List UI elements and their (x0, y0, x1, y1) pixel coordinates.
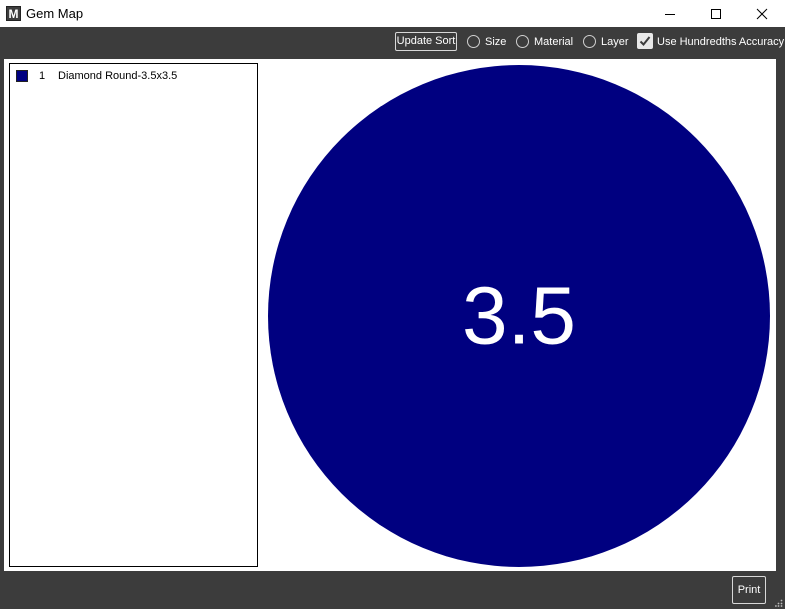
gem-map-canvas: 3.5 (268, 65, 770, 567)
color-swatch (16, 70, 28, 82)
gem-legend-list: 1 Diamond Round-3.5x3.5 (9, 63, 258, 567)
print-button[interactable]: Print (732, 576, 766, 604)
bottom-bar: Print (0, 571, 785, 609)
close-button[interactable] (739, 0, 785, 27)
gem-size-label: 3.5 (462, 271, 576, 362)
sort-material-radio[interactable] (516, 35, 529, 48)
window-title: Gem Map (26, 6, 84, 21)
main-content: 1 Diamond Round-3.5x3.5 3.5 (4, 59, 776, 571)
list-item[interactable]: 1 Diamond Round-3.5x3.5 (16, 69, 177, 83)
toolbar: Update Sort Size Material Layer Use Hund… (0, 27, 785, 58)
sort-size-radio[interactable] (467, 35, 480, 48)
sort-material-label: Material (534, 36, 574, 48)
window-controls (647, 0, 785, 27)
accuracy-checkbox[interactable] (637, 33, 653, 49)
minimize-button[interactable] (647, 0, 693, 27)
update-sort-button[interactable]: Update Sort (395, 32, 457, 51)
close-icon (756, 8, 768, 19)
legend-item-number: 1 (39, 70, 46, 82)
sort-layer-radio[interactable] (583, 35, 596, 48)
minimize-icon (665, 13, 675, 15)
app-icon: M (6, 6, 21, 21)
maximize-icon (711, 8, 721, 19)
accuracy-label: Use Hundredths Accuracy (657, 36, 785, 48)
resize-grip-icon[interactable] (775, 599, 783, 607)
legend-item-label: Diamond Round-3.5x3.5 (58, 70, 178, 82)
sort-layer-label: Layer (601, 36, 629, 48)
title-bar: M Gem Map (0, 0, 785, 27)
maximize-button[interactable] (693, 0, 739, 27)
checkmark-icon (639, 36, 651, 46)
sort-size-label: Size (485, 36, 507, 48)
